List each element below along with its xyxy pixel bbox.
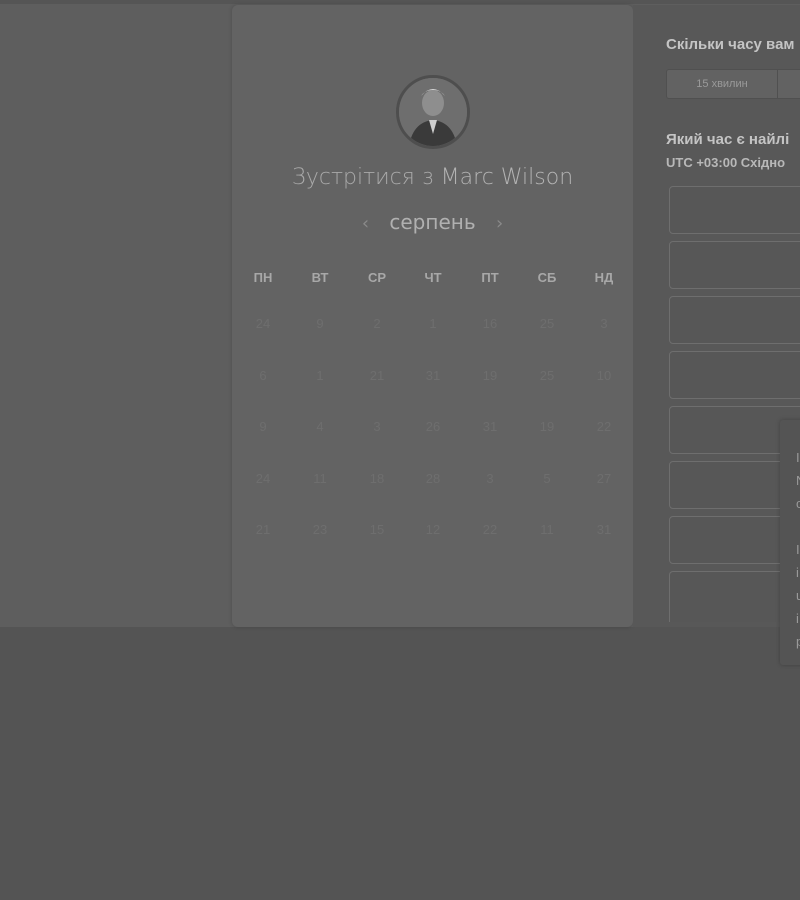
calendar-day: 24: [255, 471, 271, 486]
calendar-day: 18: [369, 471, 385, 486]
duration-option-15[interactable]: 15 хвилин: [667, 70, 778, 98]
calendar-day: 21: [255, 522, 271, 537]
calendar-day: 11: [313, 471, 327, 486]
top-strip: [0, 0, 800, 4]
duration-selector: 15 хвилин: [666, 69, 800, 99]
page-footer-area: [0, 627, 800, 900]
calendar-day: 12: [425, 522, 441, 537]
calendar-card: Зустрітися з Marc Wilson ‹ серпень › ПН …: [232, 5, 633, 627]
calendar-day: 31: [482, 419, 498, 434]
calendar-day: 10: [596, 368, 612, 383]
popover-text: c: [796, 496, 800, 511]
calendar-day: 1: [316, 368, 324, 383]
popover-text: N: [796, 473, 800, 488]
calendar-day: 31: [425, 368, 441, 383]
calendar-day: 25: [539, 368, 555, 383]
calendar-day: 15: [369, 522, 385, 537]
popover-text: i: [796, 611, 799, 626]
calendar-day: 27: [596, 471, 612, 486]
time-slot[interactable]: [669, 296, 800, 344]
calendar-day: 28: [425, 471, 441, 486]
time-slot[interactable]: [669, 241, 800, 289]
calendar-day: 1: [429, 316, 437, 331]
calendar-day: 5: [543, 471, 551, 486]
popover-text: p: [796, 634, 800, 649]
calendar-day: 6: [259, 368, 267, 383]
popover-text: u: [796, 588, 800, 603]
calendar-day: 23: [312, 522, 328, 537]
calendar-day: 3: [373, 419, 381, 434]
calendar-day: 22: [596, 419, 612, 434]
calendar-day: 9: [316, 316, 324, 331]
calendar-day: 26: [425, 419, 441, 434]
info-popover: I N c I i u i p: [780, 420, 800, 665]
calendar-day: 21: [369, 368, 385, 383]
booking-panel: Скільки часу вам 15 хвилин Який час є на…: [633, 5, 800, 627]
calendar-day: 2: [373, 316, 381, 331]
time-slot[interactable]: [669, 186, 800, 234]
calendar-day: 19: [539, 419, 555, 434]
time-slot[interactable]: [669, 351, 800, 399]
time-question: Який час є найлі: [666, 131, 790, 148]
calendar-day: 4: [316, 419, 324, 434]
calendar-day: 9: [259, 419, 267, 434]
timezone-label[interactable]: UTC +03:00 Східно: [666, 155, 785, 170]
calendar-day: 16: [482, 316, 498, 331]
calendar-day: 24: [255, 316, 271, 331]
popover-text: I: [796, 542, 800, 557]
calendar-days-grid: 24 9 2 1 16 25 3 6 1 21 31 19 25 10 9 4 …: [232, 5, 633, 627]
calendar-day: 11: [540, 522, 554, 537]
popover-text: i: [796, 565, 799, 580]
calendar-day: 31: [596, 522, 612, 537]
calendar-day: 22: [482, 522, 498, 537]
popover-text: I: [796, 450, 800, 465]
calendar-day: 19: [482, 368, 498, 383]
calendar-day: 25: [539, 316, 555, 331]
calendar-day: 3: [600, 316, 608, 331]
duration-question: Скільки часу вам: [666, 36, 795, 53]
calendar-day: 3: [486, 471, 494, 486]
